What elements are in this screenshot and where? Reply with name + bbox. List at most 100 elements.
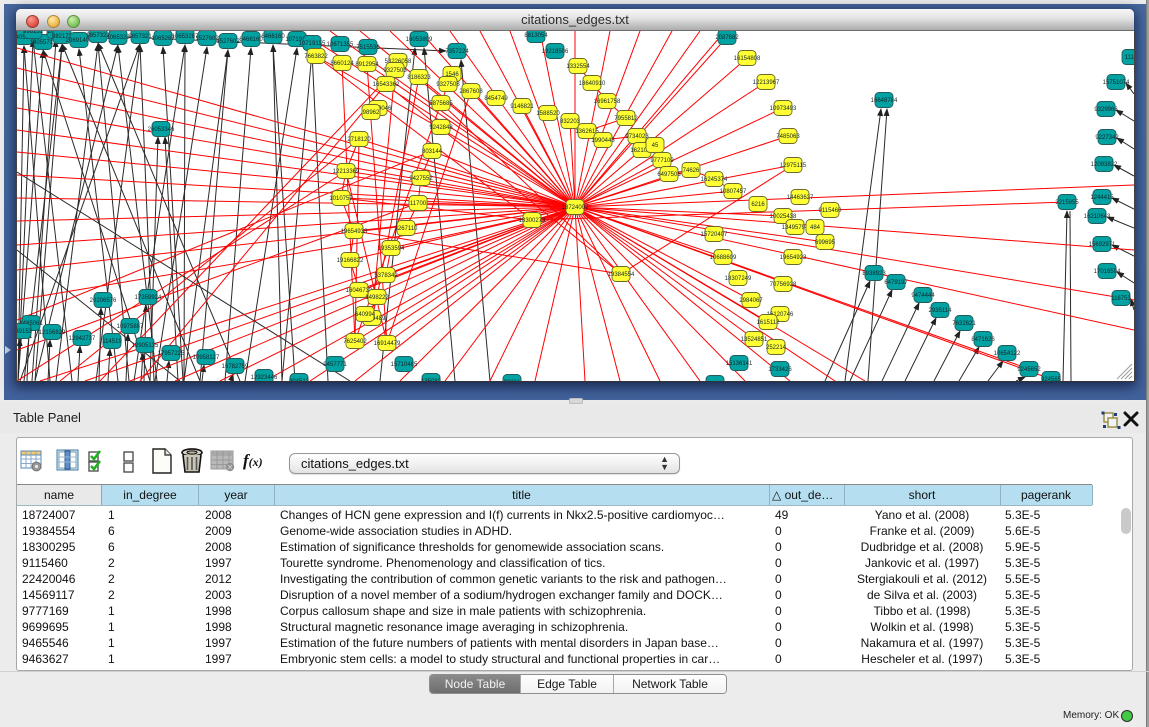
svg-text:640994: 640994 — [355, 312, 376, 318]
svg-text:6466160: 6466160 — [261, 34, 285, 40]
svg-text:1498222: 1498222 — [365, 295, 389, 301]
svg-text:135082: 135082 — [421, 379, 442, 381]
svg-text:7515536: 7515536 — [356, 45, 380, 51]
svg-text:20206576: 20206576 — [90, 298, 117, 304]
svg-text:19166822: 19166822 — [337, 258, 364, 264]
svg-text:15692971: 15692971 — [1089, 242, 1116, 248]
svg-text:2718120: 2718120 — [347, 137, 371, 143]
svg-text:1065328: 1065328 — [106, 35, 130, 41]
svg-text:15720407: 15720407 — [701, 232, 728, 238]
svg-text:98962: 98962 — [363, 110, 380, 116]
svg-text:116753: 116753 — [1111, 296, 1131, 302]
svg-text:1332554: 1332554 — [566, 64, 590, 70]
svg-text:1244415: 1244415 — [1090, 195, 1114, 201]
svg-text:10719155: 10719155 — [299, 41, 326, 47]
svg-text:1990443: 1990443 — [591, 138, 615, 144]
svg-text:45: 45 — [652, 143, 659, 149]
svg-text:1527602: 1527602 — [216, 39, 240, 45]
svg-text:17359924: 17359924 — [135, 295, 162, 301]
svg-text:10958127: 10958127 — [193, 355, 220, 361]
svg-text:9457771: 9457771 — [323, 362, 347, 368]
svg-text:7663822: 7663822 — [304, 54, 328, 60]
svg-text:9242848: 9242848 — [429, 125, 453, 131]
svg-text:8660124: 8660124 — [330, 61, 354, 67]
svg-text:9327503: 9327503 — [383, 68, 407, 74]
svg-text:9474444: 9474444 — [911, 293, 935, 299]
svg-text:3267110: 3267110 — [395, 226, 419, 232]
svg-text:439153: 439153 — [17, 329, 33, 335]
svg-text:1112: 1112 — [1125, 55, 1134, 61]
svg-text:6479197: 6479197 — [884, 280, 908, 286]
svg-text:19654923: 19654923 — [780, 255, 807, 261]
svg-text:7357224: 7357224 — [445, 49, 469, 55]
svg-text:17957225: 17957225 — [158, 351, 185, 357]
svg-text:699695: 699695 — [815, 240, 836, 246]
svg-text:1588520: 1588520 — [536, 111, 560, 117]
svg-text:16053809: 16053809 — [406, 37, 433, 43]
svg-text:18724007: 18724007 — [562, 205, 589, 211]
svg-text:18300273: 18300273 — [519, 218, 546, 224]
svg-text:252214: 252214 — [766, 345, 787, 351]
svg-text:1733426: 1733426 — [768, 367, 792, 373]
svg-text:9734023: 9734023 — [625, 134, 649, 140]
svg-text:7625402: 7625402 — [343, 339, 367, 345]
svg-text:5875685: 5875685 — [429, 101, 453, 107]
svg-text:18640910: 18640910 — [579, 81, 606, 87]
svg-text:7485063: 7485063 — [776, 134, 800, 140]
svg-text:1010757: 1010757 — [329, 196, 353, 202]
svg-text:114519: 114519 — [102, 339, 122, 345]
svg-text:832203: 832203 — [560, 119, 581, 125]
svg-text:8912954: 8912954 — [355, 62, 379, 68]
svg-text:9115460: 9115460 — [819, 208, 843, 214]
svg-text:12213967: 12213967 — [753, 80, 780, 86]
svg-text:16782759: 16782759 — [222, 364, 249, 370]
svg-text:12942737: 12942737 — [69, 336, 96, 342]
svg-text:10688609: 10688609 — [710, 255, 737, 261]
svg-text:9227342: 9227342 — [1095, 135, 1119, 141]
svg-text:9327508: 9327508 — [436, 82, 460, 88]
svg-text:10654122: 10654122 — [994, 351, 1021, 357]
svg-text:904512: 904512 — [289, 379, 310, 381]
svg-text:26053346: 26053346 — [148, 127, 175, 133]
svg-text:14463627: 14463627 — [787, 195, 814, 201]
svg-text:18307249: 18307249 — [725, 276, 752, 282]
svg-text:8471626: 8471626 — [971, 337, 995, 343]
svg-text:7955812: 7955812 — [614, 116, 638, 122]
svg-text:10973493: 10973493 — [770, 106, 797, 112]
svg-text:11700: 11700 — [410, 201, 427, 207]
svg-text:9777109: 9777109 — [650, 158, 674, 164]
svg-text:8186323: 8186323 — [407, 75, 431, 81]
svg-text:70756928: 70756928 — [770, 282, 797, 288]
svg-text:16154808: 16154808 — [734, 56, 761, 62]
svg-text:12905135: 12905135 — [132, 343, 159, 349]
svg-text:5378342: 5378342 — [374, 273, 398, 279]
svg-text:6216: 6216 — [751, 202, 765, 208]
svg-text:12975115: 12975115 — [780, 163, 807, 169]
svg-text:90211: 90211 — [504, 380, 521, 381]
svg-text:7632621: 7632621 — [952, 321, 976, 327]
svg-text:16245374: 16245374 — [701, 177, 728, 183]
svg-text:10975887: 10975887 — [117, 324, 144, 330]
svg-text:10671355: 10671355 — [327, 42, 354, 48]
svg-text:6466160: 6466160 — [239, 37, 263, 43]
svg-text:803144: 803144 — [422, 149, 443, 155]
svg-text:13495794: 13495794 — [782, 225, 809, 231]
svg-text:2984067: 2984067 — [739, 298, 763, 304]
svg-text:16648784: 16648784 — [871, 98, 898, 104]
svg-text:2087682: 2087682 — [715, 35, 739, 41]
svg-text:998131: 998131 — [23, 31, 44, 35]
svg-text:8813054: 8813054 — [524, 33, 548, 39]
svg-text:17016504: 17016504 — [1094, 269, 1121, 275]
svg-text:2867608: 2867608 — [459, 89, 483, 95]
svg-text:8938923: 8938923 — [862, 271, 886, 277]
svg-text:19654933: 19654933 — [341, 229, 368, 235]
svg-text:19353594: 19353594 — [378, 246, 405, 252]
svg-text:484: 484 — [810, 225, 821, 231]
svg-text:3215955: 3215955 — [1055, 200, 1079, 206]
svg-text:1615112: 1615112 — [757, 320, 781, 326]
svg-text:9427552: 9427552 — [409, 176, 433, 182]
svg-text:12156829: 12156829 — [39, 330, 66, 336]
svg-text:12093822: 12093822 — [1091, 162, 1118, 168]
svg-text:19218506: 19218506 — [542, 49, 569, 55]
svg-text:2935114: 2935114 — [929, 308, 953, 314]
